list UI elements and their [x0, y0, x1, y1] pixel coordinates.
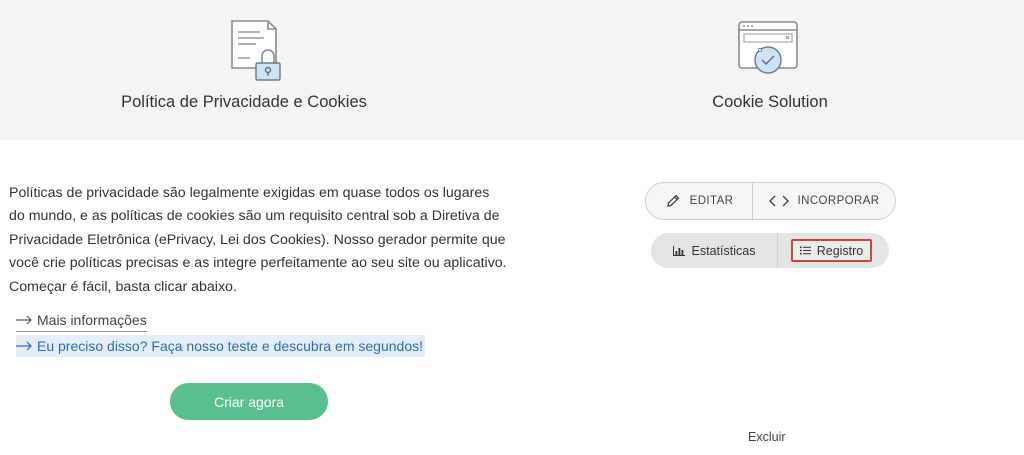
create-now-button[interactable]: Criar agora: [170, 383, 328, 420]
stats-registro-group: Estatísticas Registro: [651, 233, 889, 268]
edit-label: EDITAR: [689, 195, 734, 207]
edit-embed-group: EDITAR INCORPORAR: [645, 182, 896, 220]
pencil-icon: [666, 194, 680, 207]
embed-label: INCORPORAR: [797, 195, 880, 207]
embed-button[interactable]: INCORPORAR: [753, 183, 895, 219]
statistics-button[interactable]: Estatísticas: [651, 233, 778, 268]
code-brackets-icon: [768, 195, 789, 207]
cookie-browser-window-icon: [736, 18, 800, 82]
registro-button[interactable]: Registro: [791, 239, 872, 262]
need-test-label: Eu preciso disso? Faça nosso teste e des…: [37, 338, 423, 354]
list-icon: [799, 246, 811, 255]
product-title-privacy: Política de Privacidade e Cookies: [121, 93, 367, 111]
registro-label: Registro: [816, 243, 864, 258]
delete-link[interactable]: Excluir: [748, 430, 786, 444]
product-title-cookie: Cookie Solution: [712, 93, 828, 111]
statistics-label: Estatísticas: [691, 243, 756, 258]
arrow-right-icon: [16, 315, 32, 325]
product-privacy-policy: Política de Privacidade e Cookies: [0, 0, 512, 140]
product-cookie-solution: Cookie Solution: [512, 0, 1024, 140]
more-info-link[interactable]: Mais informações: [16, 310, 147, 332]
product-description: Políticas de privacidade são legalmente …: [9, 185, 507, 295]
need-test-link[interactable]: Eu preciso disso? Faça nosso teste e des…: [16, 335, 425, 357]
privacy-policy-document-lock-icon: [224, 18, 288, 82]
more-info-label: Mais informações: [37, 312, 147, 328]
edit-button[interactable]: EDITAR: [646, 183, 753, 219]
bar-chart-icon: [672, 245, 685, 256]
arrow-right-icon: [16, 341, 32, 351]
